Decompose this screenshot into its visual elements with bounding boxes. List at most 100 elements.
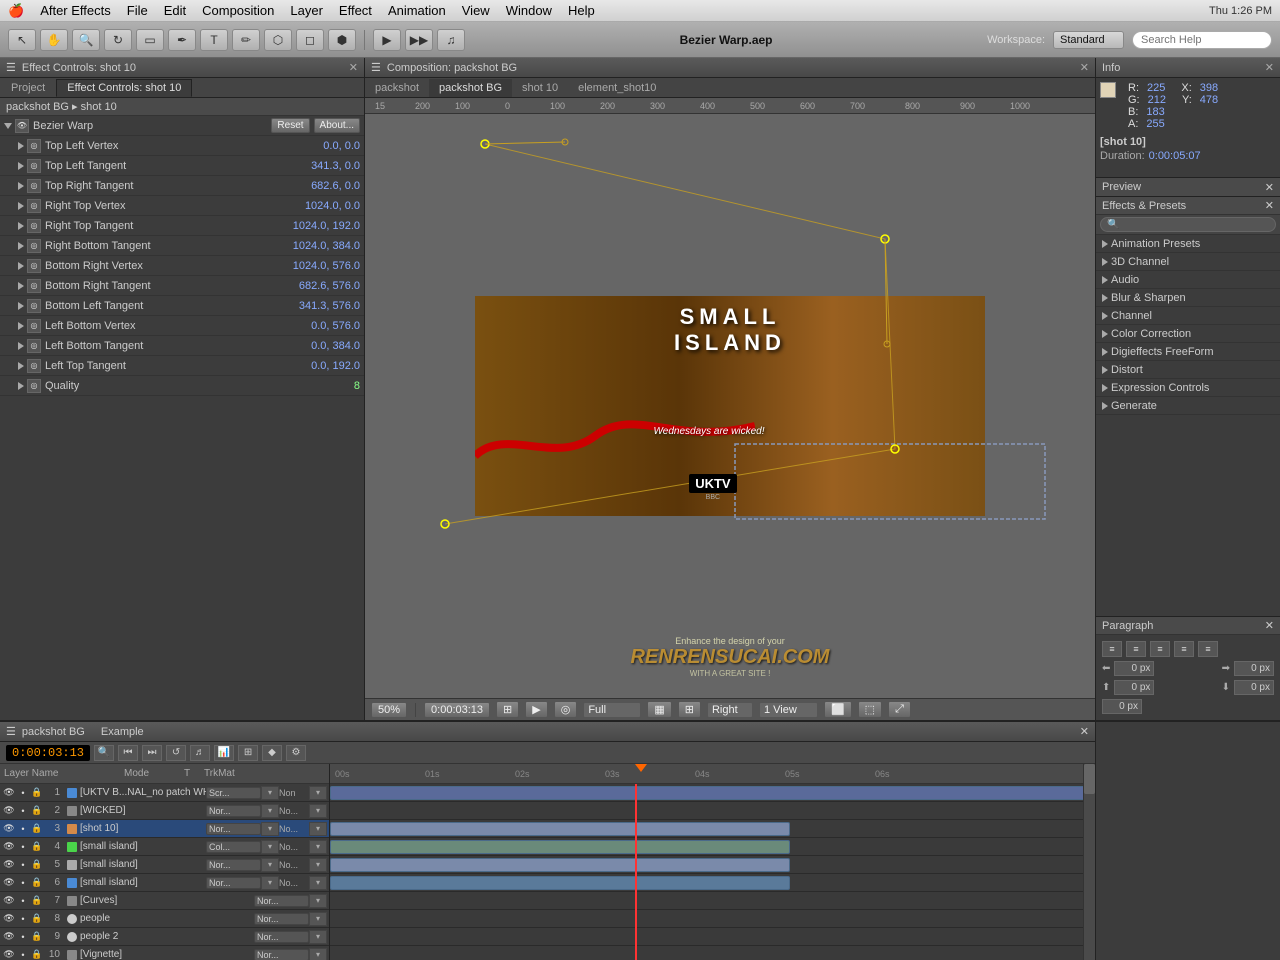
tc-snap-btn[interactable]: ⊞ (238, 745, 258, 761)
timeline-tab-packshot[interactable]: packshot BG (22, 726, 85, 738)
layer-solo-4[interactable]: • (16, 840, 30, 854)
prop-expand-6[interactable] (18, 262, 24, 270)
para-indent-left-input[interactable] (1114, 661, 1154, 676)
effect-expand-icon[interactable] (4, 123, 12, 129)
tc-search-btn[interactable]: 🔍 (94, 745, 114, 761)
menu-edit[interactable]: Edit (164, 3, 186, 18)
prop-label-10[interactable]: Left Bottom Tangent (45, 340, 311, 352)
menu-window[interactable]: Window (506, 3, 552, 18)
tc-settings-btn[interactable]: ⚙ (286, 745, 306, 761)
layer-vis-5[interactable]: 👁 (2, 858, 16, 872)
prop-label-0[interactable]: Top Left Vertex (45, 140, 323, 152)
layer-lock-8[interactable]: 🔒 (30, 912, 44, 926)
layer-mode-dd-1[interactable]: ▾ (261, 786, 279, 800)
search-help-input[interactable] (1132, 31, 1272, 49)
para-justify[interactable]: ≡ (1174, 641, 1194, 657)
ep-item-3dchannel[interactable]: 3D Channel (1096, 253, 1280, 271)
tc-loop-btn[interactable]: ↺ (166, 745, 186, 761)
tool-pen[interactable]: ✒ (168, 29, 196, 51)
layer-lock-5[interactable]: 🔒 (30, 858, 44, 872)
layer-lock-1[interactable]: 🔒 (30, 786, 44, 800)
layer-lock-2[interactable]: 🔒 (30, 804, 44, 818)
ep-item-blur[interactable]: Blur & Sharpen (1096, 289, 1280, 307)
layer-mode-dd-10[interactable]: ▾ (309, 948, 327, 960)
layer-row-5[interactable]: 👁 • 🔒 5 [small island] Nor... ▾ No... ▾ (0, 856, 329, 874)
layer-trkmat-dd-3[interactable]: ▾ (309, 822, 327, 836)
layer-mode-1[interactable]: Scr... (206, 787, 261, 799)
tool-hand[interactable]: ✋ (40, 29, 68, 51)
menu-effect[interactable]: Effect (339, 3, 372, 18)
layer-trkmat-dd-6[interactable]: ▾ (309, 876, 327, 890)
comp-tab-element[interactable]: element_shot10 (568, 79, 666, 97)
layer-mode-5[interactable]: Nor... (206, 859, 261, 871)
layer-trkmat-dd-4[interactable]: ▾ (309, 840, 327, 854)
para-close[interactable]: ✕ (1265, 619, 1274, 632)
quality-select[interactable]: Full Half Third Quarter Custom (583, 702, 641, 718)
tc-audio-btn[interactable]: ♬ (190, 745, 210, 761)
para-align-right[interactable]: ≡ (1150, 641, 1170, 657)
prop-value-11[interactable]: 0.0, 192.0 (311, 360, 360, 372)
tool-rotate[interactable]: ↻ (104, 29, 132, 51)
prop-expand-0[interactable] (18, 142, 24, 150)
ep-item-distort[interactable]: Distort (1096, 361, 1280, 379)
layer-mode-10[interactable]: Nor... (254, 949, 309, 960)
prop-expand-11[interactable] (18, 362, 24, 370)
tc-chart-btn[interactable]: 📊 (214, 745, 234, 761)
layer-solo-6[interactable]: • (16, 876, 30, 890)
prop-expand-1[interactable] (18, 162, 24, 170)
menu-composition[interactable]: Composition (202, 3, 274, 18)
layer-trkmat-dd-2[interactable]: ▾ (309, 804, 327, 818)
ep-close[interactable]: ✕ (1265, 199, 1274, 212)
tool-ram[interactable]: ▶▶ (405, 29, 433, 51)
timeline-timecode[interactable]: 0:00:03:13 (6, 745, 90, 761)
layer-solo-10[interactable]: • (16, 948, 30, 960)
prop-expand-5[interactable] (18, 242, 24, 250)
prop-label-8[interactable]: Bottom Left Tangent (45, 300, 299, 312)
layer-trkmat-dd-5[interactable]: ▾ (309, 858, 327, 872)
prop-value-7[interactable]: 682.6, 576.0 (299, 280, 360, 292)
layer-mode-7[interactable]: Nor... (254, 895, 309, 907)
snap-btn[interactable]: ⊞ (496, 701, 519, 718)
menu-view[interactable]: View (462, 3, 490, 18)
layer-lock-4[interactable]: 🔒 (30, 840, 44, 854)
prop-label-1[interactable]: Top Left Tangent (45, 160, 311, 172)
para-space-after-input[interactable] (1234, 680, 1274, 695)
prop-value-10[interactable]: 0.0, 384.0 (311, 340, 360, 352)
layer-row-9[interactable]: 👁 • 🔒 9 people 2 Nor... ▾ (0, 928, 329, 946)
preview-close[interactable]: ✕ (1265, 181, 1274, 194)
tool-audio[interactable]: ♫ (437, 29, 465, 51)
comp-fullscreen-btn[interactable]: ⤢ (888, 701, 911, 718)
prop-expand-9[interactable] (18, 322, 24, 330)
layer-row-6[interactable]: 👁 • 🔒 6 [small island] Nor... ▾ No... ▾ (0, 874, 329, 892)
prop-value-2[interactable]: 682.6, 0.0 (311, 180, 360, 192)
layer-vis-2[interactable]: 👁 (2, 804, 16, 818)
layer-row-10[interactable]: 👁 • 🔒 10 [Vignette] Nor... ▾ (0, 946, 329, 960)
prop-label-5[interactable]: Right Bottom Tangent (45, 240, 293, 252)
prop-value-4[interactable]: 1024.0, 192.0 (293, 220, 360, 232)
layer-mode-dd-3[interactable]: ▾ (261, 822, 279, 836)
prop-expand-10[interactable] (18, 342, 24, 350)
layer-vis-8[interactable]: 👁 (2, 912, 16, 926)
layer-lock-9[interactable]: 🔒 (30, 930, 44, 944)
para-align-center[interactable]: ≡ (1126, 641, 1146, 657)
layer-solo-5[interactable]: • (16, 858, 30, 872)
prop-label-3[interactable]: Right Top Vertex (45, 200, 305, 212)
layer-mode-4[interactable]: Col... (206, 841, 261, 853)
tool-zoom[interactable]: 🔍 (72, 29, 100, 51)
para-space-before-input[interactable] (1114, 680, 1154, 695)
layer-row-2[interactable]: 👁 • 🔒 2 [WICKED] Nor... ▾ No... ▾ (0, 802, 329, 820)
tool-select[interactable]: ↖ (8, 29, 36, 51)
layer-mode-6[interactable]: Nor... (206, 877, 261, 889)
prop-value-0[interactable]: 0.0, 0.0 (323, 140, 360, 152)
prop-value-5[interactable]: 1024.0, 384.0 (293, 240, 360, 252)
para-last-indent-input[interactable] (1102, 699, 1142, 714)
prop-label-12[interactable]: Quality (45, 380, 354, 392)
tool-stamp[interactable]: ⬡ (264, 29, 292, 51)
comp-tab-packshot[interactable]: packshot (365, 79, 429, 97)
timeline-scroll-thumb[interactable] (1084, 764, 1095, 794)
prop-expand-7[interactable] (18, 282, 24, 290)
comp-canvas[interactable]: SMALL ISLAND Wednesdays are wicked! UKTV (365, 114, 1095, 698)
timeline-scrollbar[interactable] (1083, 764, 1095, 960)
layer-row-1[interactable]: 👁 • 🔒 1 [UKTV B...NAL_no patch WHITE.eps… (0, 784, 329, 802)
comp-export-btn[interactable]: ⬚ (858, 701, 882, 718)
